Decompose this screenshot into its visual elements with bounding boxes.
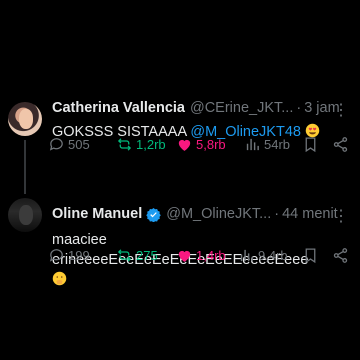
thread-line	[24, 140, 26, 194]
bookmark-button[interactable]	[302, 136, 322, 153]
reply-icon	[49, 137, 63, 151]
view-count: 54rb	[264, 136, 291, 152]
more-options-icon[interactable]: ⋮	[333, 100, 350, 120]
repost-button[interactable]: 1,2rb	[116, 136, 166, 153]
separator: ·	[274, 206, 280, 222]
tweet-oline[interactable]: Oline Manuel @M_OlineJKT... · 44 menit ⋮…	[0, 198, 360, 288]
avatar[interactable]	[8, 102, 42, 136]
repost-count: 275	[136, 247, 158, 263]
reply-button[interactable]: 505	[48, 136, 90, 153]
separator: ·	[296, 100, 302, 116]
handle[interactable]: @M_OlineJKT...	[166, 206, 271, 222]
analytics-icon	[246, 138, 259, 150]
reply-count: 505	[68, 136, 90, 152]
view-count: 9,4rb	[258, 247, 288, 263]
tweet-header: Catherina Vallencia @CErine_JKT... · 3 j…	[52, 100, 350, 119]
views-button[interactable]: 9,4rb	[238, 247, 288, 264]
avatar[interactable]	[8, 198, 42, 232]
heart-filled-icon	[178, 250, 191, 262]
repost-icon	[117, 248, 132, 262]
like-button[interactable]: 5,8rb	[176, 136, 226, 153]
timestamp[interactable]: 44 menit	[282, 206, 338, 222]
share-icon	[333, 136, 348, 152]
more-options-icon[interactable]: ⋮	[333, 206, 350, 226]
repost-count: 1,2rb	[136, 136, 166, 152]
display-name[interactable]: Catherina Vallencia	[52, 100, 185, 116]
verified-badge-icon	[146, 207, 161, 222]
like-count: 5,8rb	[196, 136, 226, 152]
reply-count: 199	[68, 247, 90, 263]
bookmark-button[interactable]	[302, 247, 322, 264]
repost-button[interactable]: 275	[116, 247, 158, 264]
reply-icon	[49, 248, 63, 262]
handle[interactable]: @CErine_JKT...	[190, 100, 293, 116]
analytics-icon	[240, 249, 253, 261]
views-button[interactable]: 54rb	[244, 136, 290, 153]
like-button[interactable]: 1,4rb	[176, 247, 226, 264]
display-name[interactable]: Oline Manuel	[52, 206, 142, 222]
share-button[interactable]	[332, 247, 352, 264]
heart-filled-icon	[178, 139, 191, 151]
bookmark-icon	[305, 136, 316, 152]
like-count: 1,4rb	[196, 247, 226, 263]
face-with-hand-over-mouth-emoji-icon	[52, 271, 67, 286]
tweet-header: Oline Manuel @M_OlineJKT... · 44 menit ⋮	[52, 206, 350, 225]
reply-button[interactable]: 199	[48, 247, 90, 264]
share-button[interactable]	[332, 136, 352, 153]
repost-icon	[117, 137, 132, 151]
tweet-catherina[interactable]: Catherina Vallencia @CErine_JKT... · 3 j…	[0, 94, 360, 194]
share-icon	[333, 247, 348, 263]
bookmark-icon	[305, 247, 316, 263]
